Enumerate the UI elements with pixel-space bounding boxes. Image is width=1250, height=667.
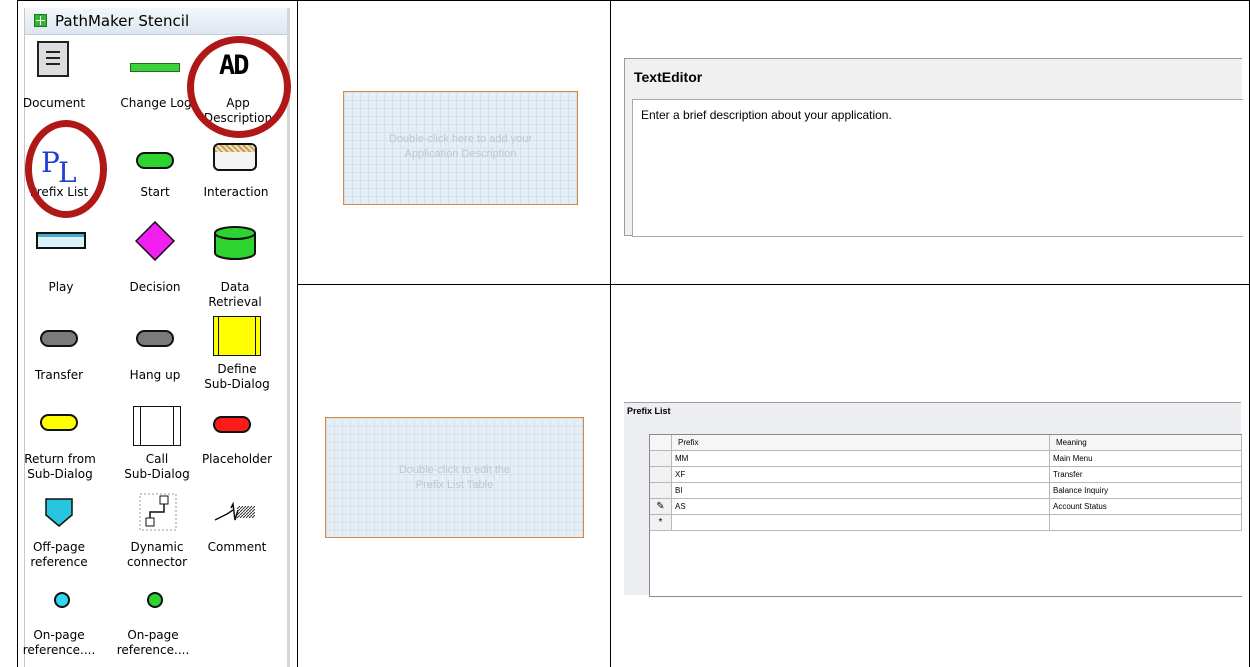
stencil-item-transfer[interactable]: Transfer	[27, 368, 91, 383]
text-editor-title: TextEditor	[634, 69, 703, 85]
row-selector[interactable]	[650, 451, 672, 467]
column-divider-2	[610, 0, 611, 667]
prefix-list-window: Prefix List Prefix Meaning MM Main Menu …	[624, 402, 1242, 597]
table-cell-meaning[interactable]: Account Status	[1050, 499, 1242, 515]
on-page-reference-green-icon[interactable]	[147, 592, 163, 608]
table-cell-prefix[interactable]: XF	[672, 467, 1050, 483]
stencil-item-data-retrieval[interactable]: Data Retrieval	[197, 280, 273, 310]
row-edit-pencil-icon[interactable]: ✎	[650, 499, 672, 515]
table-border-left	[17, 0, 18, 667]
table-cell-prefix[interactable]: MM	[672, 451, 1050, 467]
on-page-reference-cyan-icon[interactable]	[54, 592, 70, 608]
app-description-placeholder-text: Double-click here to add your Applicatio…	[388, 133, 533, 160]
comment-icon[interactable]	[213, 500, 259, 528]
hang-up-icon[interactable]	[136, 330, 174, 347]
column-header-meaning[interactable]: Meaning	[1050, 435, 1242, 451]
stencil-item-change-log[interactable]: Change Log	[113, 96, 199, 111]
stencil-title-bar: PathMaker Stencil	[25, 8, 287, 35]
highlight-circle-app-description	[187, 36, 291, 138]
play-icon[interactable]	[36, 232, 86, 249]
row-header-corner	[650, 435, 672, 451]
stencil-item-document-title[interactable]: Document Titl	[19, 96, 89, 112]
stencil-item-decision[interactable]: Decision	[121, 280, 189, 295]
stencil-item-start[interactable]: Start	[121, 185, 189, 200]
row-selector[interactable]	[650, 483, 672, 499]
stencil-item-return-from-sub-dialog[interactable]: Return from Sub-Dialog	[21, 452, 99, 482]
decision-icon[interactable]	[134, 220, 176, 262]
stencil-window-icon	[34, 14, 47, 27]
off-page-reference-icon[interactable]	[41, 495, 77, 529]
placeholder-icon[interactable]	[213, 416, 251, 433]
stencil-item-placeholder[interactable]: Placeholder	[197, 452, 277, 467]
highlight-circle-prefix-list	[25, 120, 107, 218]
stencil-item-on-page-reference-1[interactable]: On-page reference....	[21, 628, 97, 658]
stencil-item-dynamic-connector[interactable]: Dynamic connector	[121, 540, 193, 570]
data-retrieval-icon[interactable]	[213, 225, 257, 261]
interaction-icon[interactable]	[213, 143, 257, 171]
stencil-item-off-page-reference[interactable]: Off-page reference	[27, 540, 91, 570]
define-sub-dialog-icon[interactable]	[213, 316, 261, 356]
return-from-sub-dialog-icon[interactable]	[40, 414, 78, 431]
new-row-asterisk-icon[interactable]: *	[650, 515, 672, 531]
app-description-placeholder[interactable]: Double-click here to add your Applicatio…	[343, 91, 578, 205]
stencil-item-comment[interactable]: Comment	[197, 540, 277, 555]
stencil-item-interaction[interactable]: Interaction	[197, 185, 275, 200]
stencil-title: PathMaker Stencil	[55, 12, 190, 30]
transfer-icon[interactable]	[40, 330, 78, 347]
row-divider	[297, 284, 1250, 285]
table-cell-prefix[interactable]	[672, 515, 1050, 531]
row-selector[interactable]	[650, 467, 672, 483]
change-log-icon[interactable]	[130, 63, 180, 72]
table-cell-meaning[interactable]: Balance Inquiry	[1050, 483, 1242, 499]
stencil-item-play[interactable]: Play	[31, 280, 91, 295]
table-cell-prefix[interactable]: BI	[672, 483, 1050, 499]
prefix-list-placeholder-text: Double-click to edit the Prefix List Tab…	[398, 464, 511, 491]
table-cell-meaning[interactable]	[1050, 515, 1242, 531]
call-sub-dialog-icon[interactable]	[133, 406, 181, 446]
stencil-item-hang-up[interactable]: Hang up	[121, 368, 189, 383]
prefix-list-placeholder[interactable]: Double-click to edit the Prefix List Tab…	[325, 417, 584, 538]
stencil-item-define-sub-dialog[interactable]: Define Sub-Dialog	[197, 362, 277, 392]
table-border-top	[17, 0, 1250, 1]
prefix-list-title: Prefix List	[627, 406, 671, 416]
table-cell-meaning[interactable]: Main Menu	[1050, 451, 1242, 467]
dynamic-connector-icon[interactable]	[138, 492, 178, 532]
text-editor-area[interactable]: Enter a brief description about your app…	[632, 99, 1243, 237]
column-header-prefix[interactable]: Prefix	[672, 435, 1050, 451]
table-cell-prefix[interactable]: AS	[672, 499, 1050, 515]
text-editor-window: TextEditor Enter a brief description abo…	[624, 58, 1243, 237]
stencil-scrollbar[interactable]	[287, 8, 290, 667]
table-cell-meaning[interactable]: Transfer	[1050, 467, 1242, 483]
stencil-item-call-sub-dialog[interactable]: Call Sub-Dialog	[115, 452, 199, 482]
column-divider-1	[297, 0, 298, 667]
start-icon[interactable]	[136, 152, 174, 169]
prefix-list-grid[interactable]: Prefix Meaning MM Main Menu XF Transfer …	[649, 434, 1242, 597]
stencil-item-on-page-reference-2[interactable]: On-page reference....	[113, 628, 193, 658]
text-editor-content: Enter a brief description about your app…	[641, 108, 892, 122]
stencil-panel: PathMaker Stencil Document Titl Change L…	[21, 8, 291, 667]
document-title-icon[interactable]	[37, 41, 69, 77]
